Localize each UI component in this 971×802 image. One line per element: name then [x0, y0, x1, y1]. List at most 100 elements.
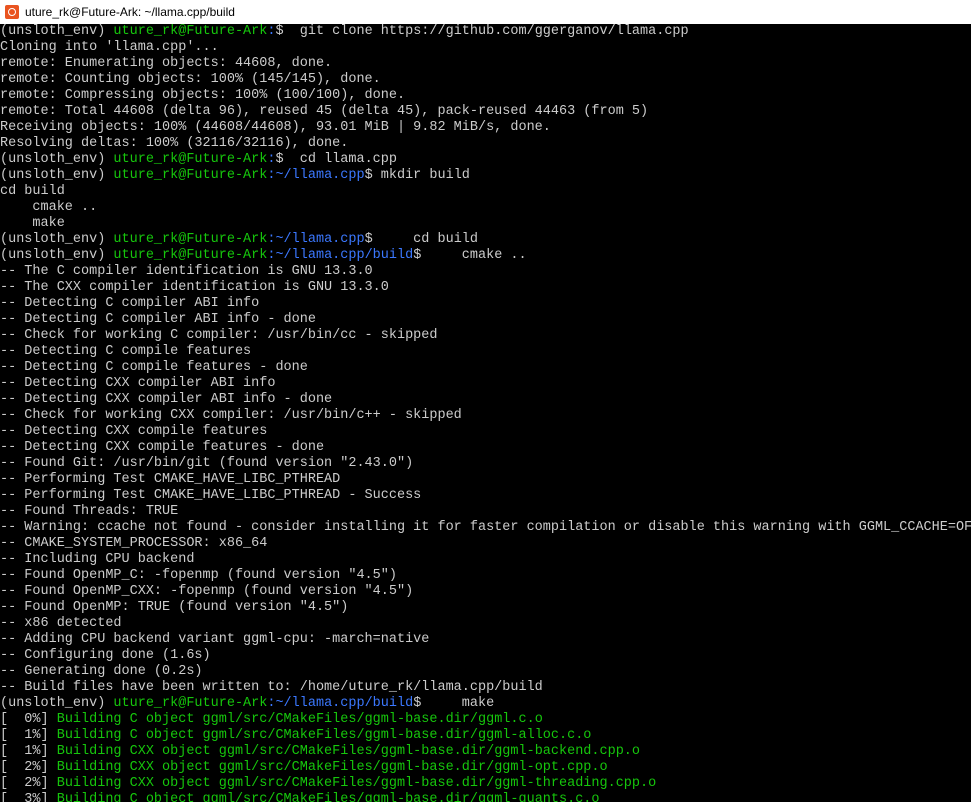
terminal-line: -- Found Threads: TRUE	[0, 504, 971, 520]
terminal-line: -- Found OpenMP_C: -fopenmp (found versi…	[0, 568, 971, 584]
green-text-segment: uture_rk@Future-Ark	[113, 232, 268, 247]
text-segment: -- Detecting CXX compiler ABI info - don…	[0, 392, 333, 407]
text-segment: -- Warning: ccache not found - consider …	[0, 520, 971, 535]
terminal-line: -- x86 detected	[0, 616, 971, 632]
text-segment: (unsloth_env)	[0, 168, 114, 183]
text-segment: -- Detecting CXX compile features - done	[0, 440, 325, 455]
text-segment: $ make	[413, 696, 495, 711]
text-segment: cd build	[0, 184, 65, 199]
text-segment: Resolving deltas: 100% (32116/32116), do…	[0, 136, 349, 151]
text-segment: -- Generating done (0.2s)	[0, 664, 203, 679]
text-segment: -- Detecting C compile features	[0, 344, 252, 359]
terminal-line: -- Performing Test CMAKE_HAVE_LIBC_PTHRE…	[0, 472, 971, 488]
terminal-line: -- Warning: ccache not found - consider …	[0, 520, 971, 536]
blue-text-segment: :~/llama.cpp	[267, 232, 365, 247]
green-text-segment: Building C object ggml/src/CMakeFiles/gg…	[56, 792, 600, 802]
terminal-line: remote: Enumerating objects: 44608, done…	[0, 56, 971, 72]
green-text-segment: uture_rk@Future-Ark	[113, 152, 268, 167]
terminal-line: (unsloth_env) uture_rk@Future-Ark:~/llam…	[0, 232, 971, 248]
text-segment: remote: Counting objects: 100% (145/145)…	[0, 72, 381, 87]
text-segment: -- Check for working C compiler: /usr/bi…	[0, 328, 438, 343]
terminal-line: -- Found Git: /usr/bin/git (found versio…	[0, 456, 971, 472]
green-text-segment: uture_rk@Future-Ark	[113, 168, 268, 183]
terminal-line: (unsloth_env) uture_rk@Future-Ark:$ git …	[0, 24, 971, 40]
terminal-line: -- Found OpenMP: TRUE (found version "4.…	[0, 600, 971, 616]
terminal-line: -- Found OpenMP_CXX: -fopenmp (found ver…	[0, 584, 971, 600]
terminal-line: -- Check for working C compiler: /usr/bi…	[0, 328, 971, 344]
text-segment: $ git clone https://github.com/ggerganov…	[275, 24, 689, 39]
blue-text-segment: :~/llama.cpp/build	[267, 696, 414, 711]
terminal-line: (unsloth_env) uture_rk@Future-Ark:~/llam…	[0, 248, 971, 264]
terminal-line: remote: Counting objects: 100% (145/145)…	[0, 72, 971, 88]
text-segment: -- The C compiler identification is GNU …	[0, 264, 373, 279]
terminal-line: [ 1%] Building CXX object ggml/src/CMake…	[0, 744, 971, 760]
terminal-line: -- Detecting C compile features - done	[0, 360, 971, 376]
text-segment: (unsloth_env)	[0, 24, 114, 39]
terminal-line: [ 2%] Building CXX object ggml/src/CMake…	[0, 776, 971, 792]
terminal-line: -- Detecting CXX compile features - done	[0, 440, 971, 456]
terminal-output[interactable]: (unsloth_env) uture_rk@Future-Ark:$ git …	[0, 24, 971, 802]
terminal-line: -- The C compiler identification is GNU …	[0, 264, 971, 280]
text-segment: make	[0, 216, 65, 231]
text-segment: (unsloth_env)	[0, 232, 114, 247]
window-titlebar: uture_rk@Future-Ark: ~/llama.cpp/build	[0, 0, 971, 24]
text-segment: $ mkdir build	[364, 168, 470, 183]
text-segment: (unsloth_env)	[0, 696, 114, 711]
text-segment: -- Found OpenMP: TRUE (found version "4.…	[0, 600, 349, 615]
text-segment: Cloning into 'llama.cpp'...	[0, 40, 219, 55]
text-segment: cmake ..	[0, 200, 98, 215]
terminal-line: [ 1%] Building C object ggml/src/CMakeFi…	[0, 728, 971, 744]
terminal-line: (unsloth_env) uture_rk@Future-Ark:~/llam…	[0, 168, 971, 184]
text-segment: -- Found Git: /usr/bin/git (found versio…	[0, 456, 414, 471]
text-segment: $ cmake ..	[413, 248, 527, 263]
text-segment: [ 0%]	[0, 712, 57, 727]
text-segment: -- Detecting CXX compile features	[0, 424, 268, 439]
terminal-line: cd build	[0, 184, 971, 200]
terminal-line: [ 2%] Building CXX object ggml/src/CMake…	[0, 760, 971, 776]
text-segment: [ 1%]	[0, 744, 57, 759]
text-segment: [ 1%]	[0, 728, 57, 743]
text-segment: -- Check for working CXX compiler: /usr/…	[0, 408, 462, 423]
text-segment: -- CMAKE_SYSTEM_PROCESSOR: x86_64	[0, 536, 268, 551]
text-segment: (unsloth_env)	[0, 248, 114, 263]
text-segment: [ 2%]	[0, 760, 57, 775]
green-text-segment: Building CXX object ggml/src/CMakeFiles/…	[56, 776, 657, 791]
green-text-segment: uture_rk@Future-Ark	[113, 24, 268, 39]
text-segment: -- Adding CPU backend variant ggml-cpu: …	[0, 632, 430, 647]
text-segment: remote: Total 44608 (delta 96), reused 4…	[0, 104, 649, 119]
terminal-line: [ 3%] Building C object ggml/src/CMakeFi…	[0, 792, 971, 802]
terminal-line: -- Including CPU backend	[0, 552, 971, 568]
terminal-line: -- Detecting CXX compiler ABI info	[0, 376, 971, 392]
ubuntu-icon	[5, 5, 19, 19]
terminal-line: Resolving deltas: 100% (32116/32116), do…	[0, 136, 971, 152]
text-segment: $ cd llama.cpp	[275, 152, 397, 167]
text-segment: -- Including CPU backend	[0, 552, 195, 567]
terminal-line: -- Adding CPU backend variant ggml-cpu: …	[0, 632, 971, 648]
text-segment: -- Detecting C compiler ABI info	[0, 296, 260, 311]
text-segment: -- The CXX compiler identification is GN…	[0, 280, 389, 295]
terminal-line: remote: Total 44608 (delta 96), reused 4…	[0, 104, 971, 120]
text-segment: [ 2%]	[0, 776, 57, 791]
terminal-line: (unsloth_env) uture_rk@Future-Ark:~/llam…	[0, 696, 971, 712]
text-segment: remote: Enumerating objects: 44608, done…	[0, 56, 333, 71]
text-segment: Receiving objects: 100% (44608/44608), 9…	[0, 120, 551, 135]
text-segment: -- Detecting CXX compiler ABI info	[0, 376, 276, 391]
text-segment: -- Found OpenMP_CXX: -fopenmp (found ver…	[0, 584, 414, 599]
text-segment: (unsloth_env)	[0, 152, 114, 167]
green-text-segment: Building C object ggml/src/CMakeFiles/gg…	[56, 712, 543, 727]
window-title: uture_rk@Future-Ark: ~/llama.cpp/build	[25, 5, 235, 19]
green-text-segment: Building CXX object ggml/src/CMakeFiles/…	[56, 744, 641, 759]
blue-text-segment: :~/llama.cpp/build	[267, 248, 414, 263]
terminal-line: Cloning into 'llama.cpp'...	[0, 40, 971, 56]
green-text-segment: Building CXX object ggml/src/CMakeFiles/…	[56, 760, 608, 775]
terminal-line: [ 0%] Building C object ggml/src/CMakeFi…	[0, 712, 971, 728]
terminal-line: -- Detecting CXX compiler ABI info - don…	[0, 392, 971, 408]
green-text-segment: uture_rk@Future-Ark	[113, 696, 268, 711]
text-segment: -- Build files have been written to: /ho…	[0, 680, 543, 695]
text-segment: remote: Compressing objects: 100% (100/1…	[0, 88, 406, 103]
terminal-line: -- Configuring done (1.6s)	[0, 648, 971, 664]
green-text-segment: uture_rk@Future-Ark	[113, 248, 268, 263]
terminal-line: -- Detecting C compiler ABI info - done	[0, 312, 971, 328]
text-segment: -- Configuring done (1.6s)	[0, 648, 211, 663]
terminal-line: make	[0, 216, 971, 232]
